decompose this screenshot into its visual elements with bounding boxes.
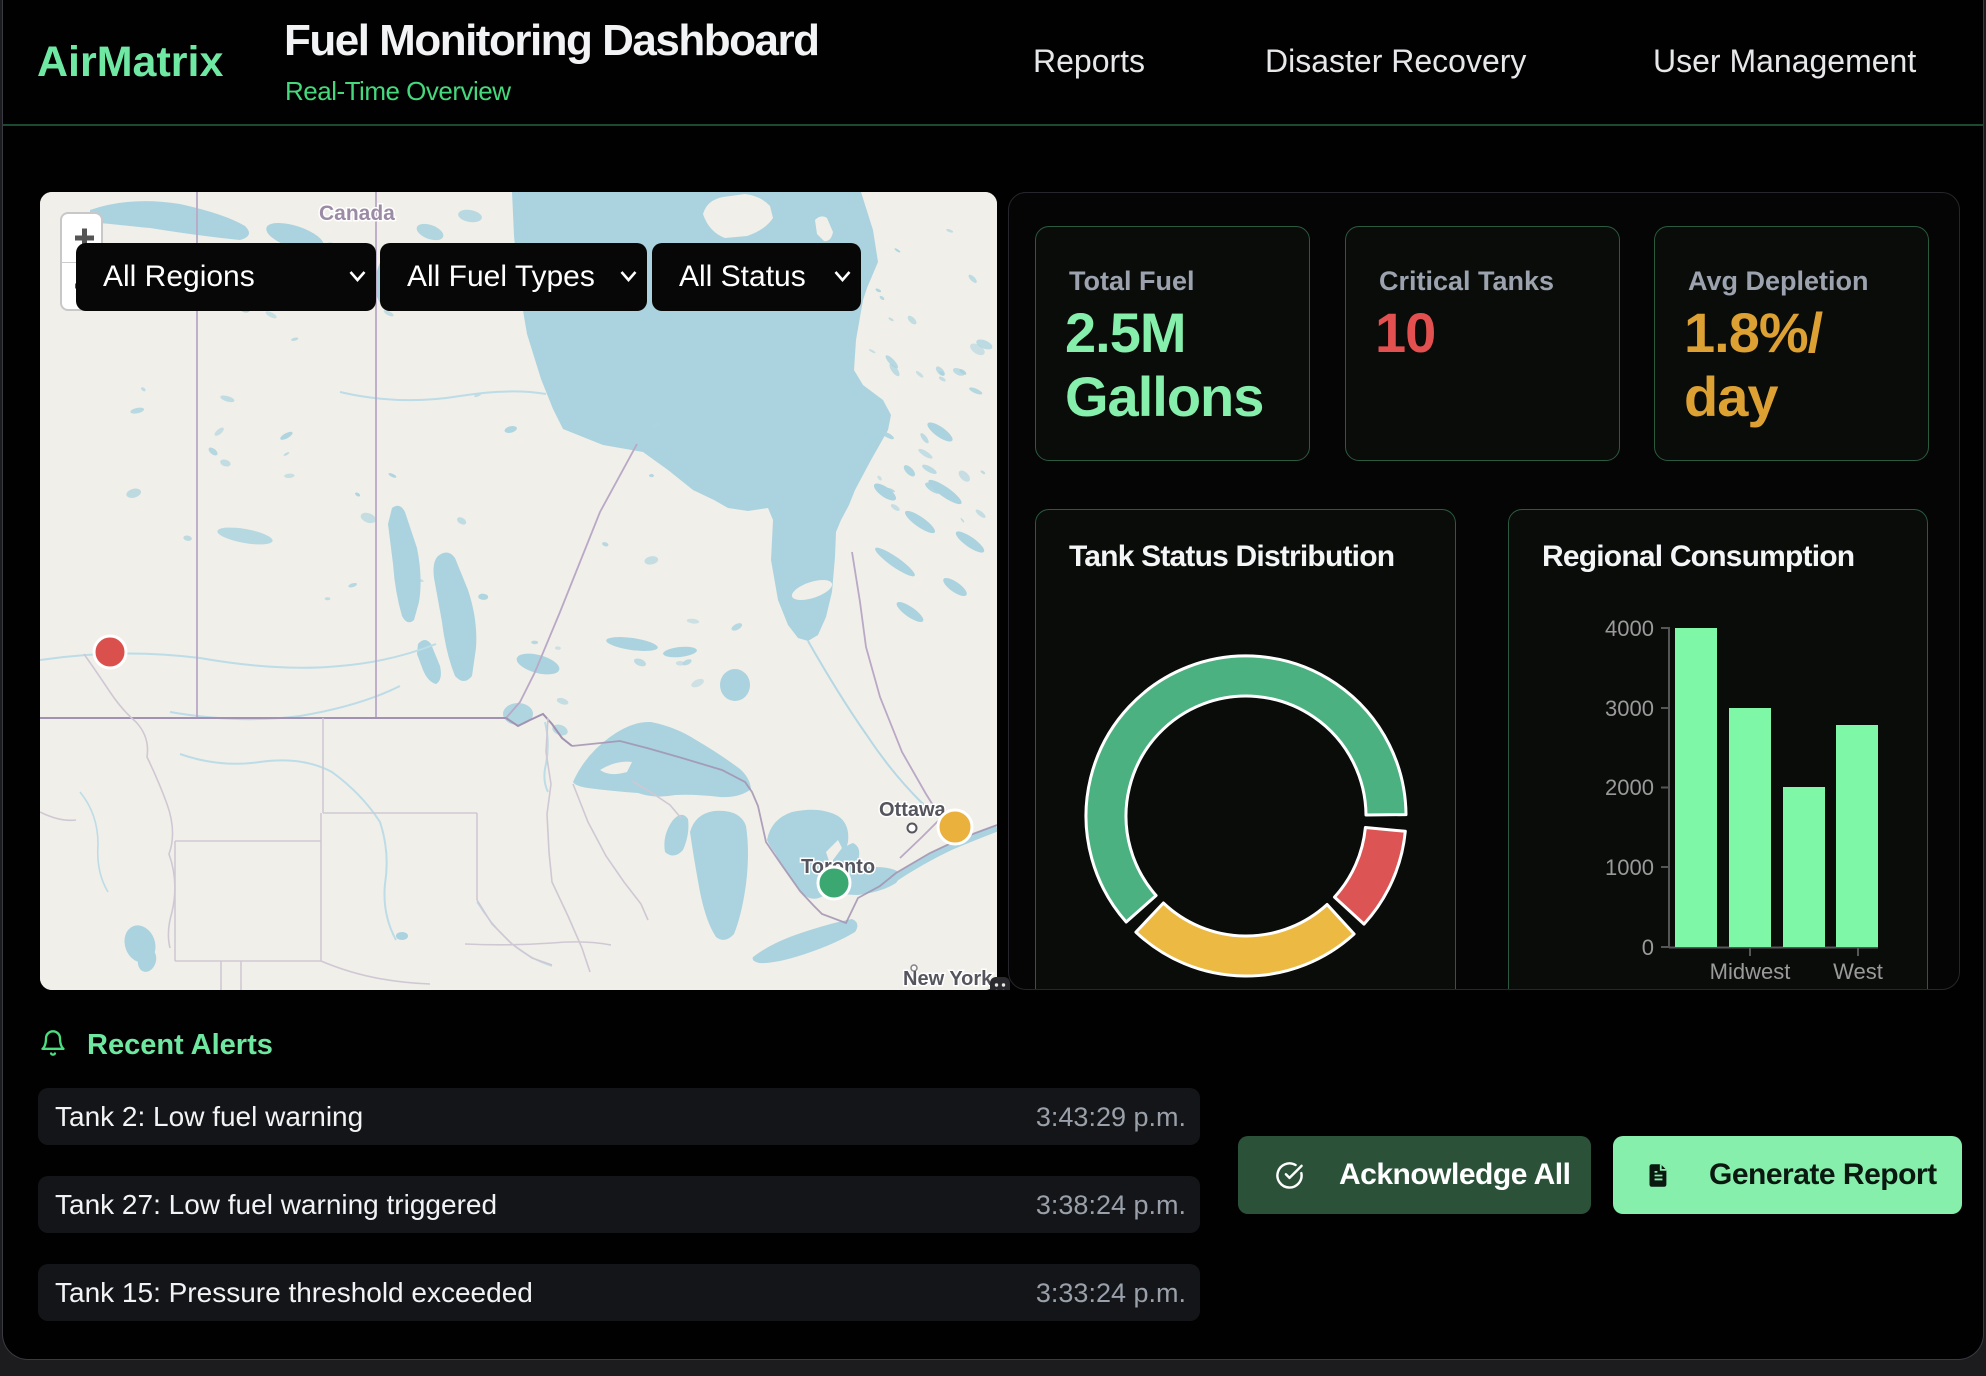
- svg-text:New York: New York: [903, 968, 993, 990]
- svg-text:0: 0: [1642, 935, 1654, 960]
- svg-text:4000: 4000: [1605, 616, 1654, 641]
- svg-text:3000: 3000: [1605, 696, 1654, 721]
- svg-text:Ottawa: Ottawa: [879, 799, 947, 821]
- svg-text:Midwest: Midwest: [1710, 959, 1791, 984]
- svg-text:1000: 1000: [1605, 855, 1654, 880]
- svg-text:Canada: Canada: [319, 202, 395, 225]
- svg-text:2000: 2000: [1605, 775, 1654, 800]
- svg-text:West: West: [1833, 959, 1883, 984]
